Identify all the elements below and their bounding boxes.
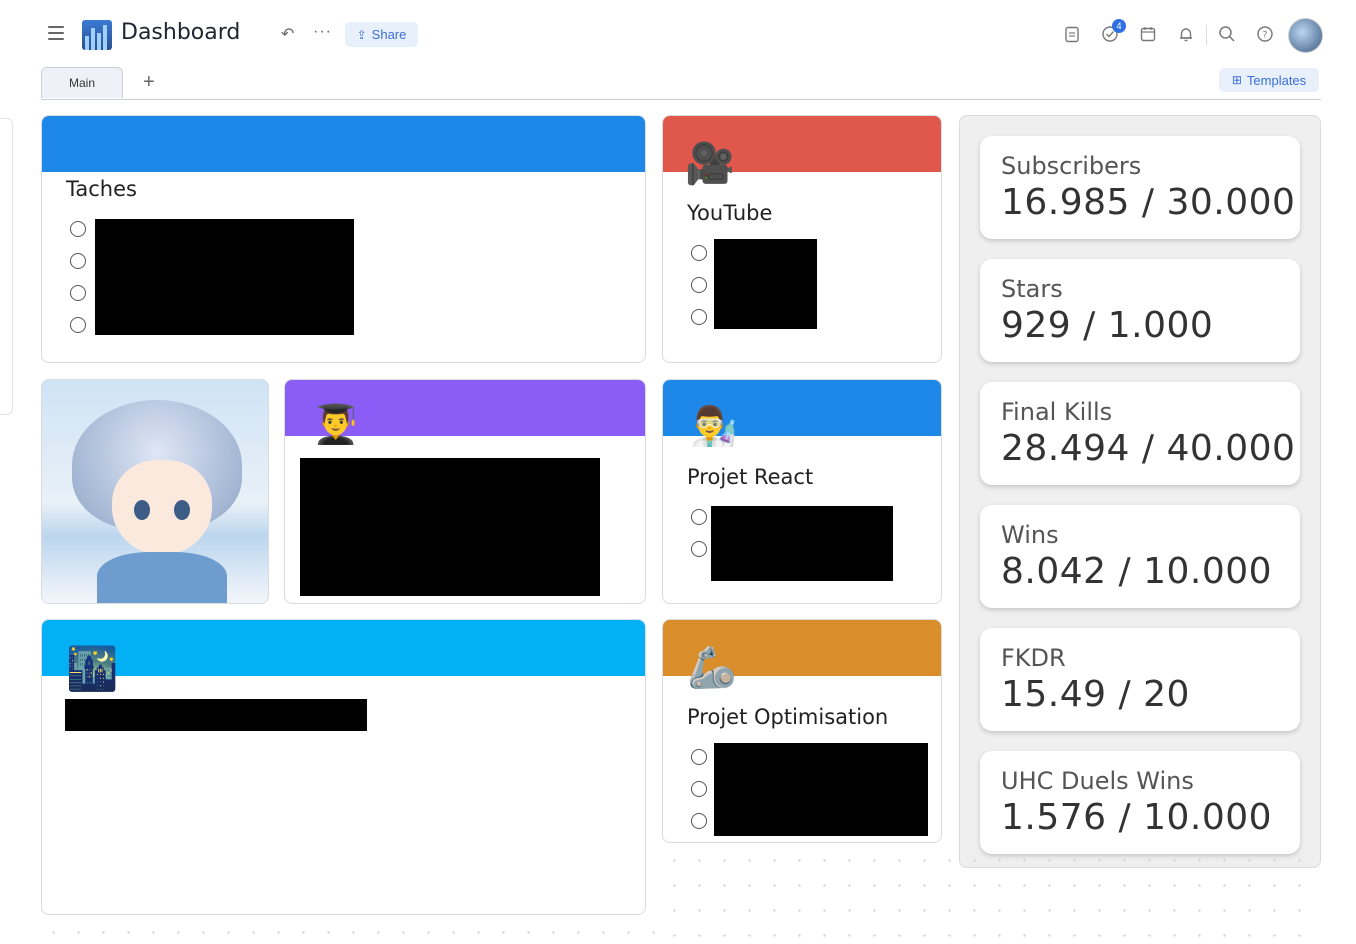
projet-react-card: 👨‍🔬 Projet React: [662, 379, 942, 604]
stat-card[interactable]: Final Kills 28.494 / 40.000: [980, 382, 1300, 485]
templates-button-label: Templates: [1246, 72, 1307, 88]
artwork-face: [112, 460, 212, 555]
toolbar-divider: [1206, 25, 1207, 45]
stat-card[interactable]: Stars 929 / 1.000: [980, 259, 1300, 362]
scientist-icon: 👨‍🔬: [690, 406, 738, 448]
plus-icon[interactable]: +: [143, 71, 155, 94]
graduate-icon: 👨‍🎓: [312, 404, 360, 446]
stat-value: 15.49 / 20: [1001, 674, 1190, 715]
redacted-content: [714, 239, 817, 329]
collapsed-side-panel[interactable]: [0, 118, 13, 415]
svg-text:?: ?: [1263, 31, 1268, 41]
redacted-content: [300, 458, 600, 596]
undo-icon[interactable]: ↶: [281, 24, 294, 44]
calendar-icon[interactable]: [1139, 25, 1157, 43]
task-checkbox[interactable]: [70, 285, 86, 301]
task-checkbox[interactable]: [691, 277, 707, 293]
bell-icon[interactable]: [1177, 25, 1195, 43]
tasks-count-badge: 4: [1112, 19, 1126, 33]
projet-optimisation-card: 🦾 Projet Optimisation: [662, 619, 942, 843]
redacted-content: [65, 699, 367, 731]
task-checkbox[interactable]: [691, 541, 707, 557]
share-button-label: Share: [371, 27, 407, 42]
task-checkbox[interactable]: [70, 317, 86, 333]
stat-value: 16.985 / 30.000: [1001, 182, 1296, 223]
card-title: Projet Optimisation: [687, 705, 889, 729]
stat-card[interactable]: UHC Duels Wins 1.576 / 10.000: [980, 751, 1300, 854]
share-icon: ⇪: [356, 27, 367, 42]
redacted-content: [714, 743, 928, 836]
more-icon[interactable]: ···: [313, 23, 332, 41]
education-card: 👨‍🎓: [284, 379, 646, 604]
card-header-band: [42, 116, 645, 172]
youtube-card: 🎥 YouTube: [662, 115, 942, 363]
stat-card[interactable]: Subscribers 16.985 / 30.000: [980, 136, 1300, 239]
task-checkbox[interactable]: [691, 509, 707, 525]
card-title: Taches: [66, 177, 137, 201]
page-title: Dashboard: [121, 20, 241, 45]
stat-label: UHC Duels Wins: [1001, 767, 1194, 795]
dashboard-logo-icon: [82, 20, 112, 50]
task-checkbox[interactable]: [691, 309, 707, 325]
user-avatar[interactable]: [1288, 18, 1323, 53]
templates-grid-icon: ⊞: [1231, 73, 1242, 87]
artwork-shirt: [97, 552, 227, 603]
redacted-content: [711, 506, 893, 581]
task-checkbox[interactable]: [691, 781, 707, 797]
stat-value: 1.576 / 10.000: [1001, 797, 1273, 838]
stat-label: Wins: [1001, 521, 1059, 549]
task-checkbox[interactable]: [70, 253, 86, 269]
search-icon[interactable]: [1218, 25, 1236, 43]
share-button[interactable]: ⇪ Share: [345, 22, 418, 47]
stat-card[interactable]: FKDR 15.49 / 20: [980, 628, 1300, 731]
tab-bar: Main + ⊞ Templates: [41, 67, 1321, 100]
night-city-icon: 🌃: [66, 645, 119, 692]
task-checkbox[interactable]: [691, 245, 707, 261]
stat-label: Stars: [1001, 275, 1063, 303]
stat-value: 8.042 / 10.000: [1001, 551, 1273, 592]
stat-label: Final Kills: [1001, 398, 1113, 426]
tab-main[interactable]: Main: [41, 67, 123, 98]
card-title: YouTube: [687, 201, 773, 225]
stat-label: Subscribers: [1001, 152, 1142, 180]
top-bar: Dashboard ↶ ··· ⇪ Share 4 ?: [0, 0, 1356, 68]
stats-panel: Subscribers 16.985 / 30.000 Stars 929 / …: [959, 115, 1321, 868]
clipboard-icon[interactable]: [1063, 25, 1081, 43]
help-icon[interactable]: ?: [1256, 25, 1274, 43]
stat-label: FKDR: [1001, 644, 1066, 672]
night-city-card: 🌃: [41, 619, 646, 915]
taches-card: Taches: [41, 115, 646, 363]
video-camera-icon: 🎥: [685, 142, 735, 186]
mechanical-arm-icon: 🦾: [687, 646, 737, 690]
task-checkbox[interactable]: [70, 221, 86, 237]
profile-artwork-image: [41, 379, 269, 604]
stat-card[interactable]: Wins 8.042 / 10.000: [980, 505, 1300, 608]
task-checkbox[interactable]: [691, 813, 707, 829]
redacted-content: [95, 219, 354, 335]
card-title: Projet React: [687, 465, 814, 489]
artwork-eye: [174, 500, 190, 520]
empty-grid-area: [41, 920, 661, 944]
card-header-band: [42, 620, 645, 676]
templates-button[interactable]: ⊞ Templates: [1219, 68, 1319, 92]
menu-icon[interactable]: [48, 26, 64, 40]
stat-value: 28.494 / 40.000: [1001, 428, 1296, 469]
artwork-eye: [134, 500, 150, 520]
stat-value: 929 / 1.000: [1001, 305, 1214, 346]
task-checkbox[interactable]: [691, 749, 707, 765]
empty-grid-area: [662, 848, 1322, 944]
